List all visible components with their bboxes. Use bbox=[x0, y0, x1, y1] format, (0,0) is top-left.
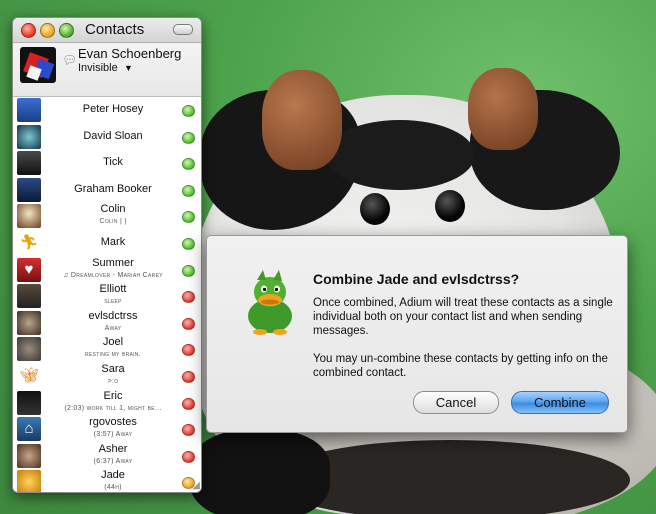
account-header: 💬︎ Evan Schoenberg Invisible ▼ bbox=[13, 43, 201, 97]
contact-row[interactable]: Eric (2:03) work till 1, might be... bbox=[13, 390, 201, 417]
contact-avatar bbox=[17, 443, 41, 468]
contact-status-message: >:o bbox=[107, 378, 119, 385]
contact-list[interactable]: Peter Hosey David Sloan Tick Graham Booker C… bbox=[13, 97, 201, 492]
contact-name: evlsdctrss bbox=[88, 309, 138, 322]
toolbar-toggle-button[interactable] bbox=[173, 24, 193, 35]
presence-indicator-icon bbox=[182, 291, 195, 304]
contact-row[interactable]: Elliott sleep bbox=[13, 283, 201, 310]
dialog-title: Combine Jade and evlsdctrss? bbox=[313, 271, 520, 287]
cow-eye bbox=[435, 190, 465, 222]
contact-avatar bbox=[17, 151, 41, 176]
dialog-message: You may un-combine these contacts by get… bbox=[313, 353, 608, 379]
presence-indicator-icon bbox=[182, 131, 195, 144]
presence-indicator-icon bbox=[182, 371, 195, 383]
zoom-button[interactable] bbox=[59, 23, 74, 38]
combine-button[interactable]: Combine bbox=[511, 391, 609, 414]
contact-row[interactable]: Tick bbox=[13, 150, 201, 177]
window-title: Contacts bbox=[85, 21, 145, 38]
minimize-button[interactable] bbox=[40, 23, 55, 38]
contact-status-message: ♫ Dreamlover - Mariah Carey bbox=[63, 271, 163, 279]
contact-status-message: resting my brain. bbox=[85, 351, 141, 359]
contact-row[interactable]: evlsdctrss Away bbox=[13, 310, 201, 337]
contact-avatar bbox=[17, 337, 41, 362]
contact-avatar bbox=[17, 390, 41, 415]
contact-avatar bbox=[17, 470, 41, 492]
contact-row[interactable]: Asher (6:37) Away bbox=[13, 443, 201, 470]
contact-avatar bbox=[17, 204, 41, 229]
presence-indicator-icon bbox=[182, 450, 195, 463]
contact-avatar: 🦋︎ bbox=[17, 364, 41, 388]
contact-status-message: Away bbox=[104, 324, 122, 332]
presence-indicator-icon bbox=[182, 184, 195, 197]
contact-name: Colin bbox=[100, 203, 126, 216]
contact-avatar bbox=[17, 98, 41, 122]
cow-eye bbox=[360, 193, 390, 225]
presence-indicator-icon bbox=[182, 264, 195, 277]
contact-avatar: ⌂ bbox=[17, 417, 41, 442]
contact-row[interactable]: Joel resting my brain. bbox=[13, 336, 201, 363]
presence-indicator-icon bbox=[182, 211, 195, 224]
presence-indicator-icon bbox=[182, 158, 195, 171]
contact-status-message: (6:37) Away bbox=[93, 457, 133, 465]
contact-row[interactable]: Peter Hosey bbox=[13, 97, 201, 124]
contact-avatar bbox=[17, 177, 41, 202]
presence-indicator-icon bbox=[182, 317, 195, 330]
contact-status-message: (2:03) work till 1, might be... bbox=[64, 404, 162, 412]
close-button[interactable] bbox=[21, 23, 36, 38]
contact-avatar: ♥ bbox=[17, 257, 41, 282]
contact-name: Jade bbox=[101, 469, 125, 482]
contact-name: Mark bbox=[100, 236, 126, 248]
adium-duck-icon bbox=[248, 270, 292, 335]
cow-horn bbox=[468, 68, 538, 150]
contact-name: Peter Hosey bbox=[82, 103, 144, 115]
contact-avatar bbox=[17, 124, 41, 149]
contact-row[interactable]: David Sloan bbox=[13, 124, 201, 151]
contact-row[interactable]: ♥ Summer ♫ Dreamlover - Mariah Carey bbox=[13, 257, 201, 284]
account-status-menu[interactable]: Invisible bbox=[78, 62, 118, 74]
presence-indicator-icon bbox=[182, 344, 195, 357]
contact-name: Elliott bbox=[99, 283, 127, 296]
contact-name: Joel bbox=[102, 336, 124, 349]
contact-name: David Sloan bbox=[83, 129, 143, 142]
cow-body bbox=[190, 430, 330, 514]
cow-patch bbox=[325, 120, 475, 190]
chevron-down-icon[interactable]: ▼ bbox=[124, 63, 133, 73]
contact-row[interactable]: 🦋︎ Sara >:o bbox=[13, 363, 201, 390]
contact-row[interactable]: ⌂ rgovostes (3:57) Away bbox=[13, 416, 201, 443]
presence-indicator-icon bbox=[182, 397, 195, 410]
contact-status-message: (44h) bbox=[104, 484, 122, 492]
contact-status-message: (3:57) Away bbox=[93, 431, 133, 439]
contact-status-message: Colin | | bbox=[99, 218, 127, 226]
contact-name: Sara bbox=[101, 363, 125, 375]
combine-contacts-dialog: Combine Jade and evlsdctrss? Once combin… bbox=[206, 235, 628, 433]
account-name[interactable]: Evan Schoenberg bbox=[78, 46, 181, 61]
contact-row[interactable]: 🏃︎ Mark bbox=[13, 230, 201, 257]
contact-name: Tick bbox=[103, 156, 123, 169]
contact-row[interactable]: Colin Colin | | bbox=[13, 203, 201, 230]
speech-bubble-icon: 💬︎ bbox=[62, 53, 78, 67]
contact-avatar bbox=[17, 310, 41, 335]
cancel-button[interactable]: Cancel bbox=[413, 391, 499, 414]
presence-indicator-icon bbox=[182, 424, 195, 437]
contact-avatar bbox=[17, 284, 41, 309]
contact-name: Eric bbox=[103, 389, 123, 402]
contacts-window: Contacts 💬︎ Evan Schoenberg Invisible ▼ … bbox=[12, 17, 202, 493]
presence-indicator-icon bbox=[182, 105, 195, 117]
account-avatar[interactable] bbox=[20, 47, 56, 83]
title-bar[interactable]: Contacts bbox=[13, 18, 201, 43]
dialog-message: Once combined, Adium will treat these co… bbox=[313, 297, 613, 337]
contact-status-message: sleep bbox=[104, 298, 122, 306]
contact-name: Asher bbox=[98, 442, 128, 455]
contact-avatar: 🏃︎ bbox=[17, 231, 41, 255]
presence-indicator-icon bbox=[182, 238, 195, 250]
contact-name: rgovostes bbox=[89, 416, 137, 429]
resize-grip-icon[interactable]: ◢ bbox=[192, 480, 200, 491]
contact-row[interactable]: Graham Booker bbox=[13, 177, 201, 204]
contact-name: Graham Booker bbox=[74, 182, 152, 195]
contact-row[interactable]: Jade (44h) bbox=[13, 469, 201, 492]
contact-name: Summer bbox=[92, 256, 134, 269]
cow-horn bbox=[262, 70, 342, 170]
